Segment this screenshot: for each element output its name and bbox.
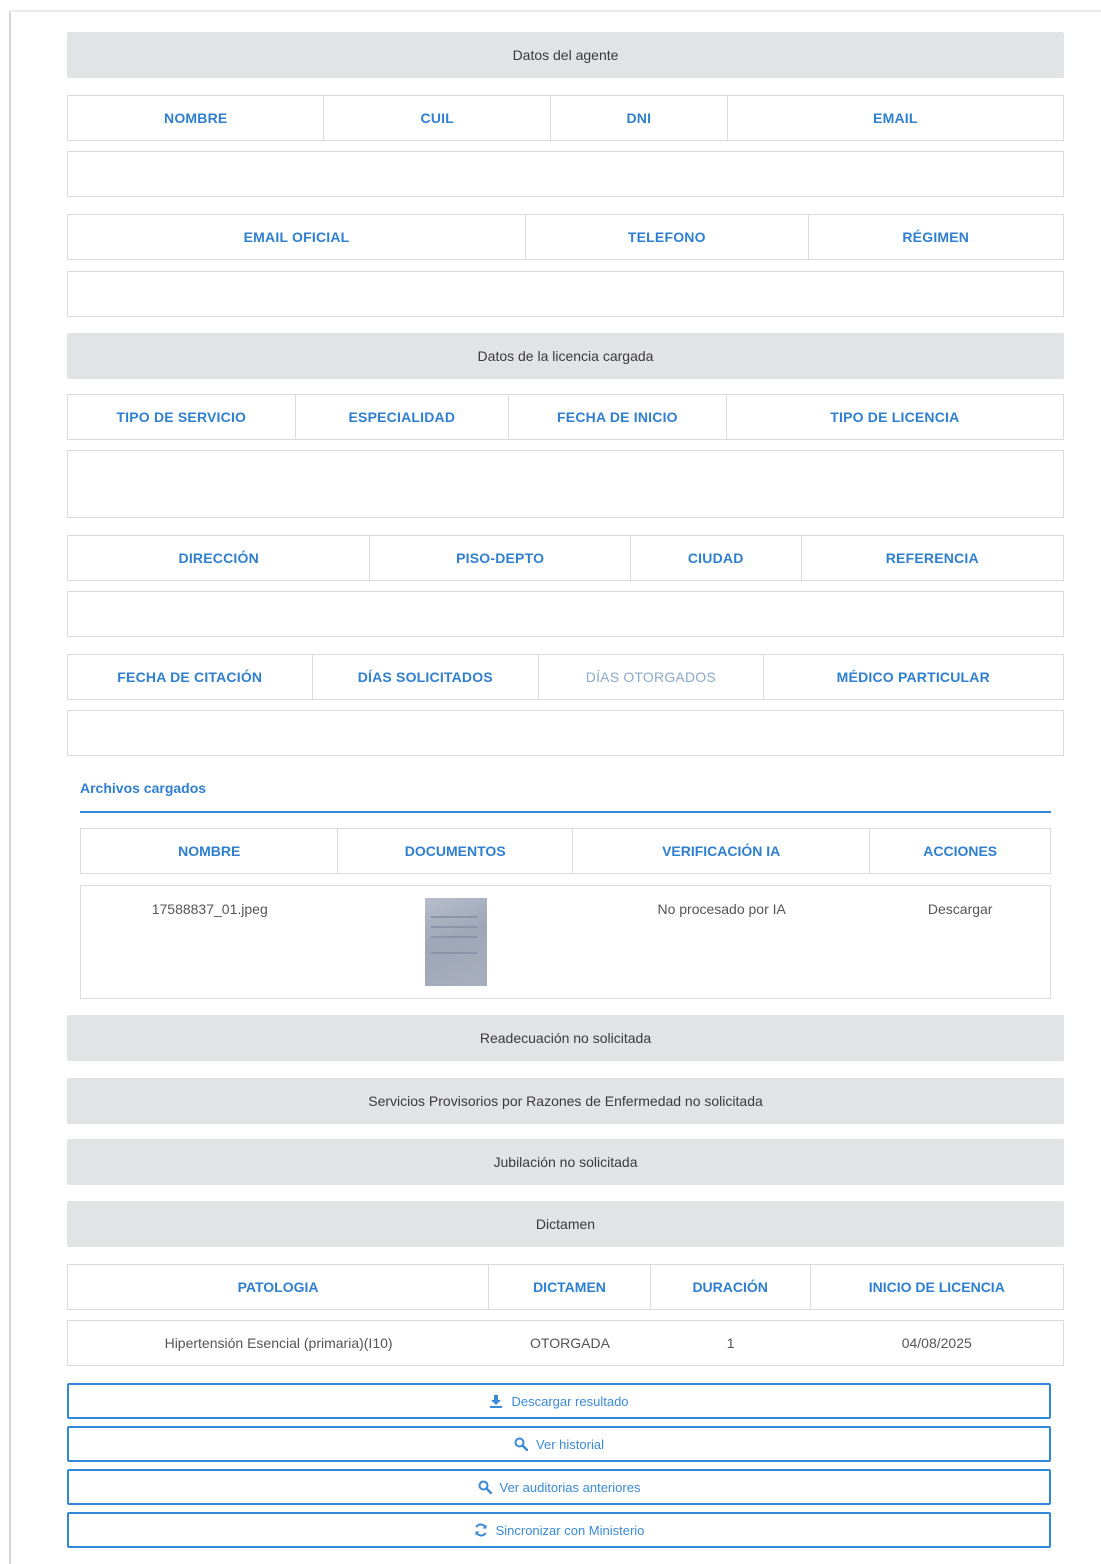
license-header-row-3: FECHA DE CITACIÓN DÍAS SOLICITADOS DÍAS … [67, 654, 1064, 700]
files-col-acciones: ACCIONES [923, 843, 998, 859]
col-telefono: TELEFONO [526, 215, 809, 259]
files-table-header: NOMBRE DOCUMENTOS VERIFICACIÓN IA ACCION… [80, 828, 1051, 874]
jubilacion-status: Jubilación no solicitada [67, 1139, 1064, 1185]
servicios-provisorios-status: Servicios Provisorios por Razones de Enf… [67, 1078, 1064, 1124]
files-divider [80, 811, 1051, 813]
dictamen-col-duracion: DURACIÓN [651, 1265, 811, 1309]
page-edge [9, 12, 11, 1564]
col-tipo-servicio: TIPO DE SERVICIO [68, 395, 296, 439]
view-previous-audits-label: Ver auditorias anteriores [499, 1479, 641, 1495]
sync-ministry-label: Sincronizar con Ministerio [495, 1522, 645, 1538]
view-history-label: Ver historial [536, 1436, 604, 1452]
sync-ministry-button[interactable]: Sincronizar con Ministerio [67, 1512, 1051, 1548]
col-fecha-inicio: FECHA DE INICIO [509, 395, 727, 439]
dictamen-resultado: OTORGADA [530, 1335, 610, 1351]
table-row: Hipertensión Esencial (primaria)(I10) OT… [67, 1320, 1064, 1366]
col-referencia: REFERENCIA [885, 550, 979, 566]
ia-verification-status: No procesado por IA [657, 901, 786, 917]
agent-header-row-1: NOMBRE CUIL DNI EMAIL [67, 95, 1064, 141]
download-file-link[interactable]: Descargar [870, 886, 1050, 998]
agent-header-row-2: EMAIL OFICIAL TELEFONO RÉGIMEN [67, 214, 1064, 260]
col-cuil: CUIL [324, 96, 552, 140]
license-values-row-3 [67, 710, 1064, 756]
dictamen-patologia: Hipertensión Esencial (primaria)(I10) [164, 1335, 393, 1351]
col-dni: DNI [551, 96, 728, 140]
license-values-row-2 [67, 591, 1064, 637]
license-header-row-1: TIPO DE SERVICIO ESPECIALIDAD FECHA DE I… [67, 394, 1064, 440]
dictamen-inicio: 04/08/2025 [901, 1335, 972, 1351]
section-dictamen-title: Dictamen [67, 1201, 1064, 1247]
col-medico-particular: MÉDICO PARTICULAR [836, 669, 990, 685]
dictamen-table-header: PATOLOGIA DICTAMEN DURACIÓN INICIO DE LI… [67, 1264, 1064, 1310]
search-icon [514, 1437, 529, 1451]
col-especialidad: ESPECIALIDAD [296, 395, 510, 439]
col-fecha-citacion: FECHA DE CITACIÓN [68, 655, 313, 699]
col-nombre: NOMBRE [68, 96, 325, 140]
download-result-label: Descargar resultado [511, 1393, 629, 1409]
readecuacion-status: Readecuación no solicitada [67, 1015, 1064, 1061]
col-dias-otorgados: DÍAS OTORGADOS [539, 655, 764, 699]
license-header-row-2: DIRECCIÓN PISO-DEPTO CIUDAD REFERENCIA [67, 535, 1064, 581]
search-icon [478, 1480, 492, 1494]
file-name: 17588837_01.jpeg [151, 901, 268, 917]
col-email: EMAIL [873, 110, 918, 126]
dictamen-col-patologia: PATOLOGIA [68, 1265, 490, 1309]
col-regimen: RÉGIMEN [902, 229, 970, 245]
download-icon [489, 1394, 503, 1408]
document-thumbnail[interactable] [424, 898, 487, 986]
page-edge-top [9, 10, 1101, 12]
col-ciudad: CIUDAD [631, 536, 802, 580]
download-result-button[interactable]: Descargar resultado [67, 1383, 1051, 1419]
license-values-row-1 [67, 450, 1064, 518]
files-col-documentos: DOCUMENTOS [338, 829, 573, 873]
view-previous-audits-button[interactable]: Ver auditorias anteriores [67, 1469, 1051, 1505]
col-piso-depto: PISO-DEPTO [370, 536, 631, 580]
sync-icon [474, 1523, 488, 1537]
agent-values-row-1 [67, 151, 1064, 197]
section-agent-title: Datos del agente [67, 32, 1064, 78]
page: Datos del agente NOMBRE CUIL DNI EMAIL E… [0, 0, 1101, 1564]
col-dias-solicitados: DÍAS SOLICITADOS [313, 655, 540, 699]
files-title: Archivos cargados [80, 780, 207, 796]
col-direccion: DIRECCIÓN [68, 536, 371, 580]
section-license-title: Datos de la licencia cargada [67, 333, 1064, 379]
dictamen-col-inicio: INICIO DE LICENCIA [868, 1279, 1005, 1295]
agent-values-row-2 [67, 271, 1064, 317]
files-col-verificacion: VERIFICACIÓN IA [573, 829, 871, 873]
view-history-button[interactable]: Ver historial [67, 1426, 1051, 1462]
document-thumbnail-cell [338, 886, 573, 998]
table-row: 17588837_01.jpeg No procesado por IA Des… [80, 885, 1051, 999]
dictamen-duracion: 1 [726, 1335, 735, 1351]
files-col-nombre: NOMBRE [81, 829, 339, 873]
dictamen-col-dictamen: DICTAMEN [489, 1265, 651, 1309]
col-email-oficial: EMAIL OFICIAL [68, 215, 527, 259]
col-tipo-licencia: TIPO DE LICENCIA [830, 409, 960, 425]
